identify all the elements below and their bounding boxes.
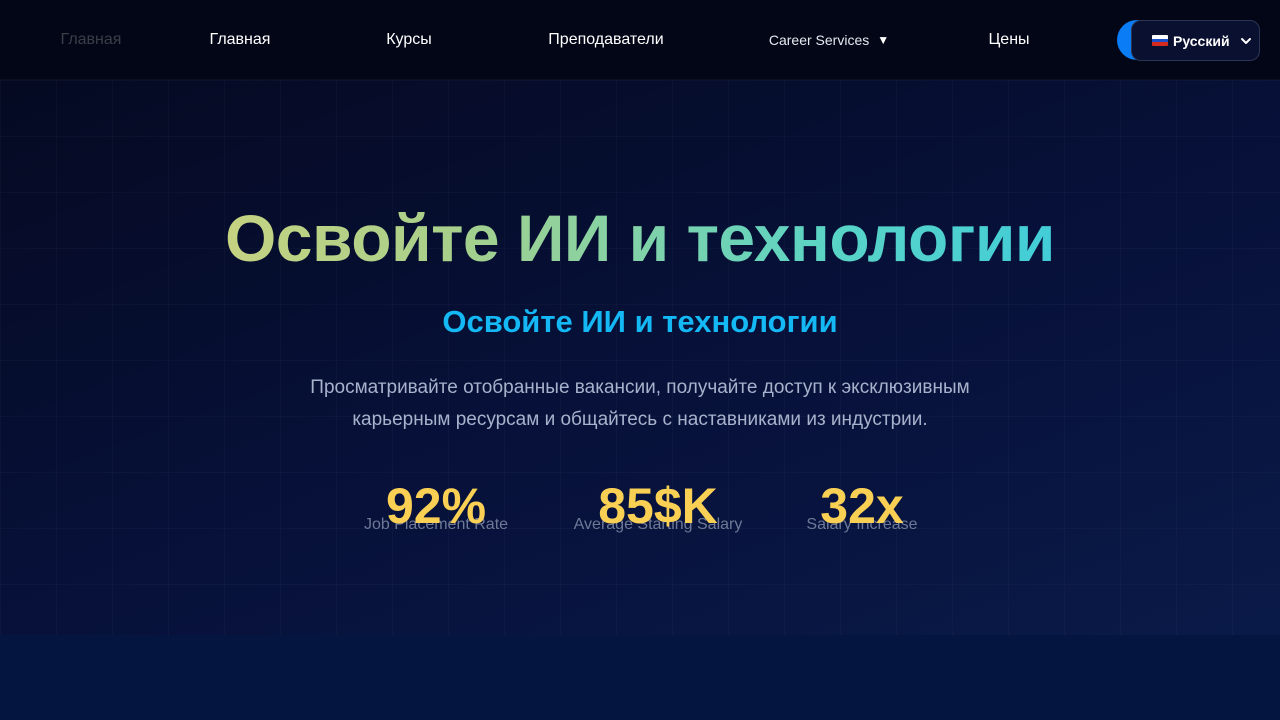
language-select-value: Русский <box>1173 32 1230 49</box>
nav-item-pricing[interactable]: Цены <box>988 0 1029 80</box>
hero-grid-background <box>0 80 1280 635</box>
language-select[interactable]: Русский <box>1131 20 1260 61</box>
nav-item-career-services[interactable]: Career Services ▼ <box>769 0 889 80</box>
stat-value: 85$K <box>598 478 718 534</box>
chevron-down-icon <box>1241 38 1251 44</box>
hero-subtitle: Освойте ИИ и технологии <box>442 304 838 339</box>
hero-section: Освойте ИИ и технологии Освойте ИИ и тех… <box>0 80 1280 635</box>
page: Главная Главная Курсы Преподаватели Care… <box>0 0 1280 720</box>
nav-item-teachers[interactable]: Преподаватели <box>548 0 663 80</box>
hero-description-line-1: Просматривайте отобранные вакансии, полу… <box>310 377 970 398</box>
stat-value: 92% <box>385 478 487 534</box>
hero-title: Освойте ИИ и технологии <box>0 198 1280 278</box>
hero-description: Просматривайте отобранные вакансии, полу… <box>280 372 1000 436</box>
nav-item-home[interactable]: Главная <box>210 0 271 80</box>
hero-description-line-2: карьерным ресурсам и общайтесь с наставн… <box>352 409 928 430</box>
nav-home-logo-link[interactable]: Главная <box>61 0 122 80</box>
stat-starting-salary: Average Starting Salary 85$K <box>548 476 768 546</box>
nav-item-courses[interactable]: Курсы <box>386 0 432 80</box>
russia-flag-icon <box>1152 35 1168 46</box>
caret-down-icon: ▼ <box>877 33 890 47</box>
nav-item-career-services-label: Career Services <box>768 32 870 48</box>
stat-job-placement: Job Placement Rate 92% <box>326 476 546 546</box>
next-section <box>0 635 1280 720</box>
stat-value: 32x <box>820 478 904 534</box>
stat-salary-increase: Salary Increase 32x <box>752 476 972 546</box>
top-navbar: Главная Главная Курсы Преподаватели Care… <box>0 0 1280 80</box>
language-switcher: Русский <box>1117 20 1260 61</box>
